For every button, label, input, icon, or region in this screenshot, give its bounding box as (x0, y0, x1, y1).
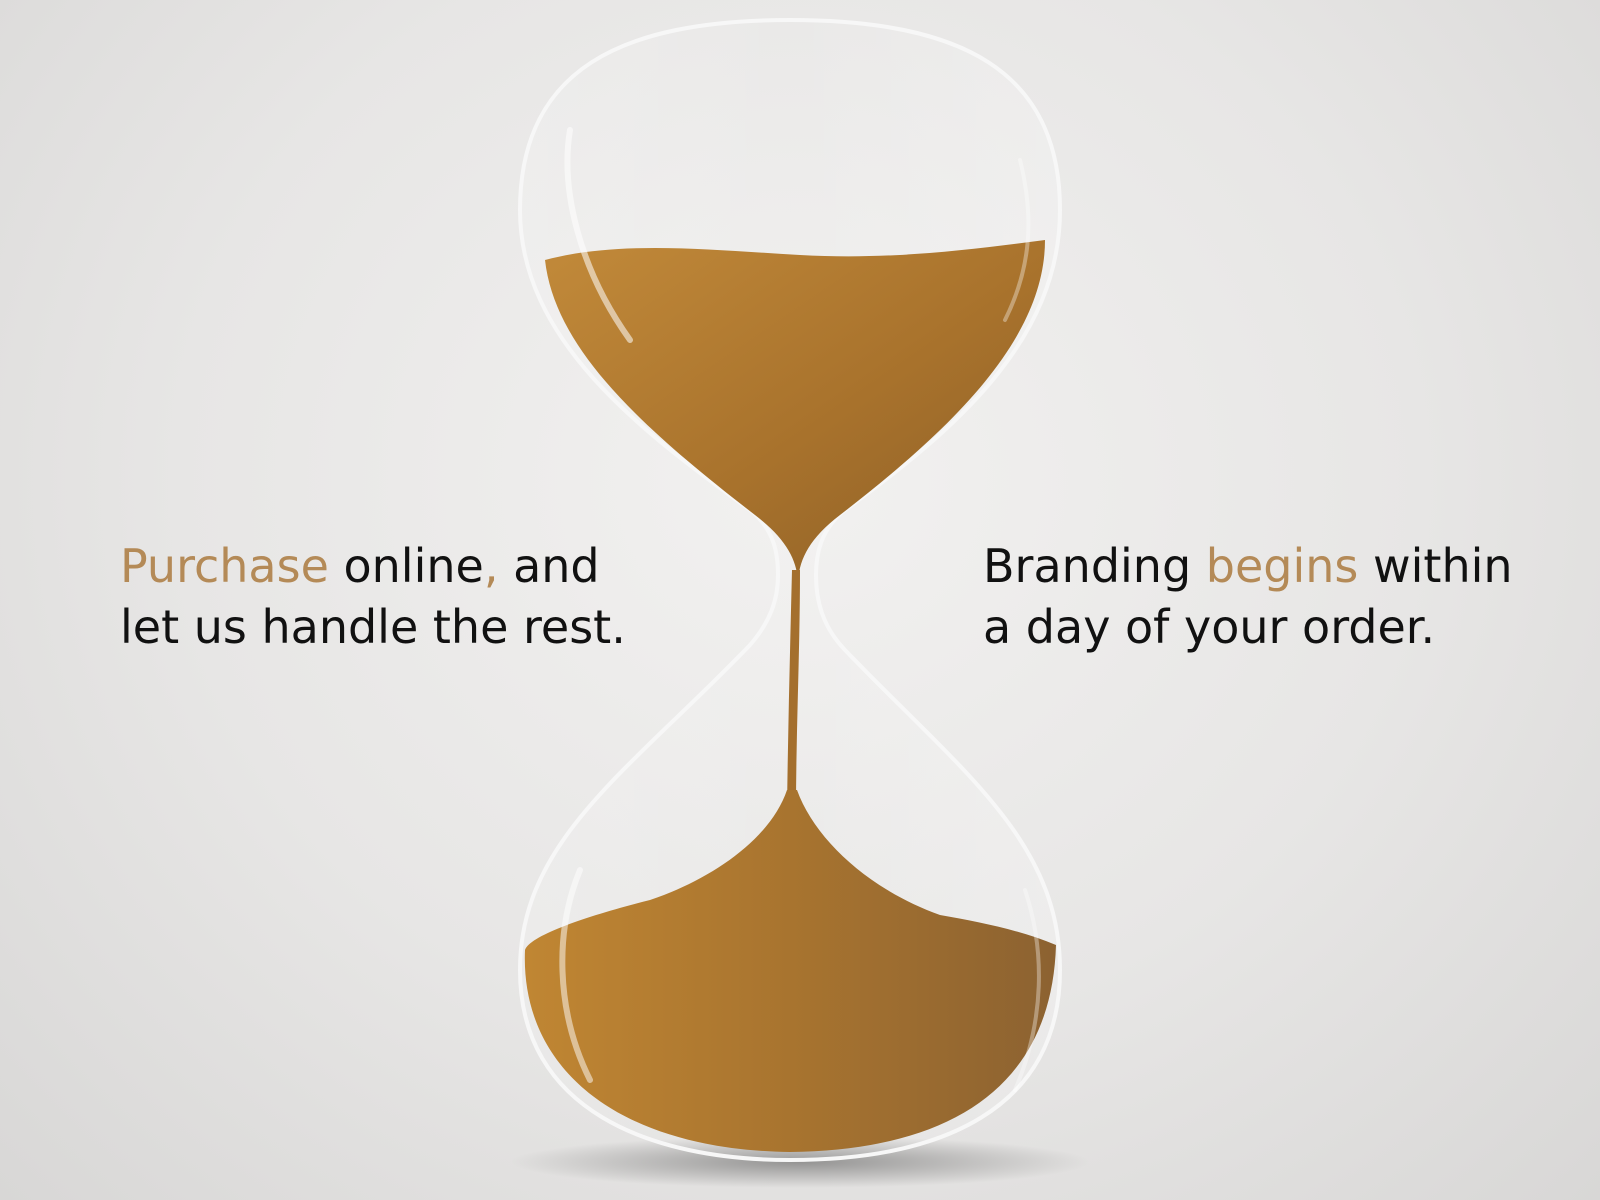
right-caption-text-a: Branding (983, 539, 1206, 593)
right-caption-line-2: a day of your order. (983, 600, 1436, 654)
left-caption-text-a: online (328, 539, 484, 593)
left-caption-text-b: and (498, 539, 600, 593)
left-caption-line-2: let us handle the rest. (120, 600, 626, 654)
right-caption-line-1: Branding begins within (983, 536, 1513, 597)
right-caption-text-b: within (1358, 539, 1513, 593)
left-caption-comma: , (483, 539, 499, 593)
left-caption: Purchase online, and let us handle the r… (120, 536, 626, 658)
ad-canvas: Purchase online, and let us handle the r… (0, 0, 1600, 1200)
purchase-highlight: Purchase (120, 539, 329, 593)
right-caption: Branding begins within a day of your ord… (983, 536, 1513, 658)
begins-highlight: begins (1205, 539, 1359, 593)
left-caption-line-1: Purchase online, and (120, 536, 626, 597)
